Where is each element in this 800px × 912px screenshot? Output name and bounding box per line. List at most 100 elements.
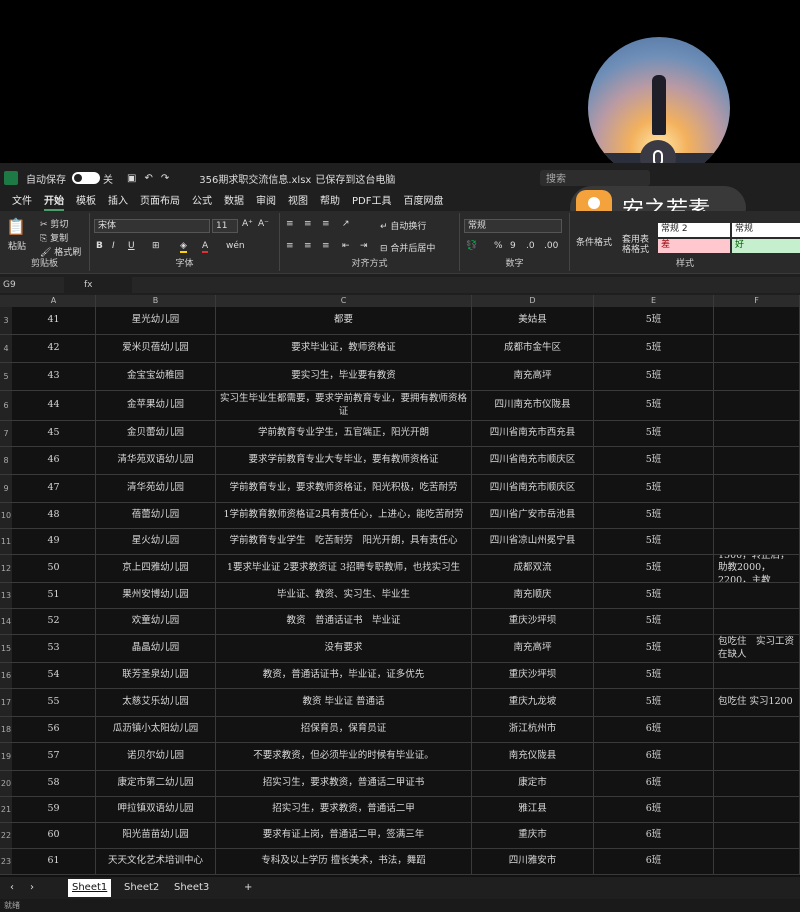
conditional-format-button[interactable]: 条件格式 bbox=[576, 235, 612, 248]
cell-c[interactable]: 都要 bbox=[216, 307, 472, 334]
column-header-f[interactable]: F bbox=[714, 295, 800, 307]
cell-d[interactable]: 成都双流 bbox=[472, 555, 594, 582]
row-header[interactable]: 11 bbox=[0, 529, 12, 554]
cell-e[interactable]: 5班 bbox=[594, 503, 714, 528]
cell-c[interactable]: 招保育员，保育员证 bbox=[216, 717, 472, 742]
tab-pdf-tools[interactable]: PDF工具 bbox=[352, 193, 391, 211]
wrap-text-button[interactable]: ↵ 自动换行 bbox=[380, 219, 426, 232]
border-icon[interactable]: ⊞ bbox=[152, 241, 160, 251]
cell-d[interactable]: 南充仪陇县 bbox=[472, 743, 594, 770]
cell-b[interactable]: 康定市第二幼儿园 bbox=[96, 771, 216, 796]
cell-d[interactable]: 四川南充市仪陇县 bbox=[472, 391, 594, 420]
italic-icon[interactable]: I bbox=[112, 241, 115, 251]
cell-e[interactable]: 5班 bbox=[594, 609, 714, 634]
cell-b[interactable]: 京上四雅幼儿园 bbox=[96, 555, 216, 582]
cell-a[interactable]: 48 bbox=[12, 503, 96, 528]
align-top-icon[interactable]: ≡ bbox=[286, 219, 294, 229]
bold-icon[interactable]: B bbox=[96, 241, 103, 251]
cell-f[interactable] bbox=[714, 663, 800, 688]
cell-d[interactable]: 四川省南充市西充县 bbox=[472, 421, 594, 446]
cell-d[interactable]: 四川雅安市 bbox=[472, 849, 594, 874]
orientation-icon[interactable]: ↗ bbox=[342, 219, 350, 229]
cell-c[interactable]: 教资，普通话证书，毕业证，证多优先 bbox=[216, 663, 472, 688]
cell-d[interactable]: 重庆沙坪坝 bbox=[472, 663, 594, 688]
tab-home[interactable]: 开始 bbox=[44, 193, 64, 211]
cell-a[interactable]: 53 bbox=[12, 635, 96, 662]
cell-c[interactable]: 招实习生，要求教资，普通话二甲 bbox=[216, 797, 472, 822]
row-header[interactable]: 6 bbox=[0, 391, 12, 420]
cell-e[interactable]: 5班 bbox=[594, 689, 714, 716]
cell-d[interactable]: 浙江杭州市 bbox=[472, 717, 594, 742]
cell-e[interactable]: 5班 bbox=[594, 307, 714, 334]
row-header[interactable]: 17 bbox=[0, 689, 12, 716]
row-header[interactable]: 18 bbox=[0, 717, 12, 742]
cell-e[interactable]: 6班 bbox=[594, 717, 714, 742]
column-header-c[interactable]: C bbox=[216, 295, 472, 307]
indent-decrease-icon[interactable]: ⇤ bbox=[342, 241, 350, 251]
cell-f[interactable] bbox=[714, 475, 800, 502]
cell-b[interactable]: 晶晶幼儿园 bbox=[96, 635, 216, 662]
tab-template[interactable]: 模板 bbox=[76, 193, 96, 211]
font-size-select[interactable]: 11 bbox=[212, 219, 238, 233]
cell-b[interactable]: 星光幼儿园 bbox=[96, 307, 216, 334]
cell-f[interactable]: 包吃住 实习1200 bbox=[714, 689, 800, 716]
cell-e[interactable]: 5班 bbox=[594, 475, 714, 502]
formula-input[interactable] bbox=[132, 277, 800, 293]
cell-c[interactable]: 没有要求 bbox=[216, 635, 472, 662]
cell-c[interactable]: 毕业证、教资、实习生、毕业生 bbox=[216, 583, 472, 608]
name-box[interactable]: G9 bbox=[0, 277, 64, 293]
cell-b[interactable]: 果州安博幼儿园 bbox=[96, 583, 216, 608]
cell-f[interactable] bbox=[714, 335, 800, 362]
cell-a[interactable]: 49 bbox=[12, 529, 96, 554]
cell-a[interactable]: 59 bbox=[12, 797, 96, 822]
sheet-tab-1[interactable]: Sheet1 bbox=[68, 879, 112, 897]
cell-d[interactable]: 四川省凉山州冕宁县 bbox=[472, 529, 594, 554]
row-header[interactable]: 23 bbox=[0, 849, 12, 874]
style-good[interactable]: 好 bbox=[732, 239, 800, 253]
cell-a[interactable]: 47 bbox=[12, 475, 96, 502]
cell-b[interactable]: 诺贝尔幼儿园 bbox=[96, 743, 216, 770]
tab-view[interactable]: 视图 bbox=[288, 193, 308, 211]
cell-e[interactable]: 6班 bbox=[594, 849, 714, 874]
cell-c[interactable]: 不要求教资，但必须毕业的时候有毕业证。 bbox=[216, 743, 472, 770]
cell-a[interactable]: 52 bbox=[12, 609, 96, 634]
cell-f[interactable] bbox=[714, 823, 800, 848]
number-format-select[interactable]: 常规 bbox=[464, 219, 562, 233]
cell-b[interactable]: 清华苑幼儿园 bbox=[96, 475, 216, 502]
tab-formulas[interactable]: 公式 bbox=[192, 193, 212, 211]
cell-c[interactable]: 招实习生，要求教资，普通话二甲证书 bbox=[216, 771, 472, 796]
cell-c[interactable]: 教资 普通话证书 毕业证 bbox=[216, 609, 472, 634]
style-bad[interactable]: 差 bbox=[658, 239, 730, 253]
cell-c[interactable]: 专科及以上学历 擅长美术，书法，舞蹈 bbox=[216, 849, 472, 874]
comma-icon[interactable]: 9 bbox=[510, 241, 516, 251]
align-left-icon[interactable]: ≡ bbox=[286, 241, 294, 251]
cell-d[interactable]: 南充顺庆 bbox=[472, 583, 594, 608]
row-header[interactable]: 19 bbox=[0, 743, 12, 770]
cell-f[interactable]: 实习生，工资1500，转正后，助教2000，2200，主教 2500 bbox=[714, 555, 800, 582]
cell-a[interactable]: 41 bbox=[12, 307, 96, 334]
undo-icon[interactable]: ↶ bbox=[144, 173, 152, 184]
cell-a[interactable]: 55 bbox=[12, 689, 96, 716]
align-right-icon[interactable]: ≡ bbox=[322, 241, 330, 251]
tab-review[interactable]: 审阅 bbox=[256, 193, 276, 211]
row-header[interactable]: 8 bbox=[0, 447, 12, 474]
column-header-a[interactable]: A bbox=[12, 295, 96, 307]
cell-b[interactable]: 金苹果幼儿园 bbox=[96, 391, 216, 420]
cell-c[interactable]: 要求学前教育专业大专毕业，要有教师资格证 bbox=[216, 447, 472, 474]
cell-b[interactable]: 蓓蕾幼儿园 bbox=[96, 503, 216, 528]
cell-f[interactable] bbox=[714, 583, 800, 608]
next-sheet-icon[interactable]: › bbox=[26, 879, 38, 897]
font-name-select[interactable]: 宋体 bbox=[94, 219, 210, 233]
cell-f[interactable] bbox=[714, 447, 800, 474]
sheet-tab-2[interactable]: Sheet2 bbox=[120, 879, 163, 897]
cell-c[interactable]: 教资 毕业证 普通话 bbox=[216, 689, 472, 716]
align-bottom-icon[interactable]: ≡ bbox=[322, 219, 330, 229]
cell-b[interactable]: 金贝蕾幼儿园 bbox=[96, 421, 216, 446]
cell-d[interactable]: 南充高坪 bbox=[472, 635, 594, 662]
row-header[interactable]: 7 bbox=[0, 421, 12, 446]
tab-baidu-netdisk[interactable]: 百度网盘 bbox=[403, 193, 443, 211]
row-header[interactable]: 3 bbox=[0, 307, 12, 334]
cell-e[interactable]: 5班 bbox=[594, 529, 714, 554]
row-header[interactable]: 9 bbox=[0, 475, 12, 502]
cell-b[interactable]: 金宝宝幼稚园 bbox=[96, 363, 216, 390]
